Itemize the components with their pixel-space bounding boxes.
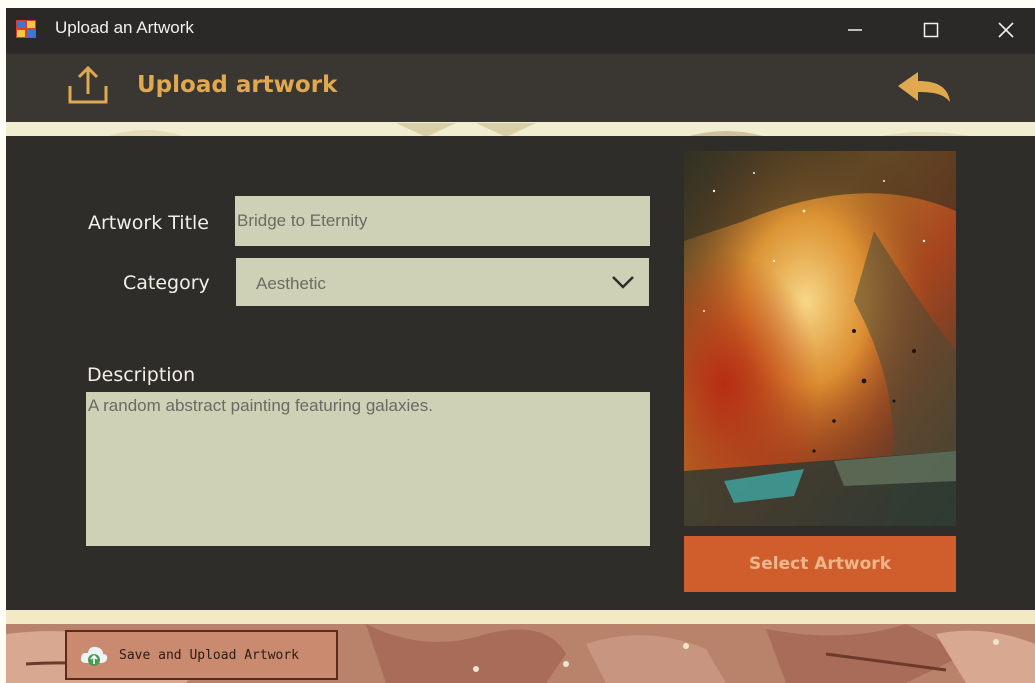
artwork-title-input[interactable]	[235, 196, 650, 246]
cloud-upload-icon	[80, 646, 108, 666]
minimize-icon	[848, 29, 862, 31]
pattern-decoration	[109, 123, 971, 136]
category-selected-value: Aesthetic	[256, 274, 326, 293]
category-dropdown[interactable]: Aesthetic	[236, 258, 649, 306]
chevron-down-icon	[612, 276, 634, 289]
window-title: Upload an Artwork	[55, 18, 194, 37]
upload-icon	[68, 65, 108, 104]
description-textarea[interactable]: A random abstract painting featuring gal…	[86, 392, 650, 546]
app-window: Upload an Artwork Upload artwork Artwork…	[6, 8, 1035, 683]
page-header: Upload artwork	[6, 54, 1035, 122]
select-artwork-button[interactable]: Select Artwork	[684, 536, 956, 592]
artwork-title-label: Artwork Title	[88, 212, 209, 234]
close-icon	[998, 22, 1014, 38]
decorative-strip-bottom	[6, 610, 1035, 624]
artwork-preview-image	[684, 151, 956, 526]
minimize-button[interactable]	[832, 8, 878, 52]
title-bar: Upload an Artwork	[6, 8, 1035, 52]
save-and-upload-button[interactable]: Save and Upload Artwork	[65, 630, 338, 680]
app-icon	[16, 20, 36, 38]
close-button[interactable]	[983, 8, 1029, 52]
category-label: Category	[123, 272, 210, 294]
description-label: Description	[87, 364, 196, 386]
maximize-button[interactable]	[908, 8, 954, 52]
maximize-icon	[923, 22, 939, 38]
save-and-upload-label: Save and Upload Artwork	[119, 647, 300, 663]
back-arrow-icon[interactable]	[894, 68, 954, 108]
decorative-strip-top	[6, 122, 1035, 136]
page-title: Upload artwork	[137, 72, 338, 98]
